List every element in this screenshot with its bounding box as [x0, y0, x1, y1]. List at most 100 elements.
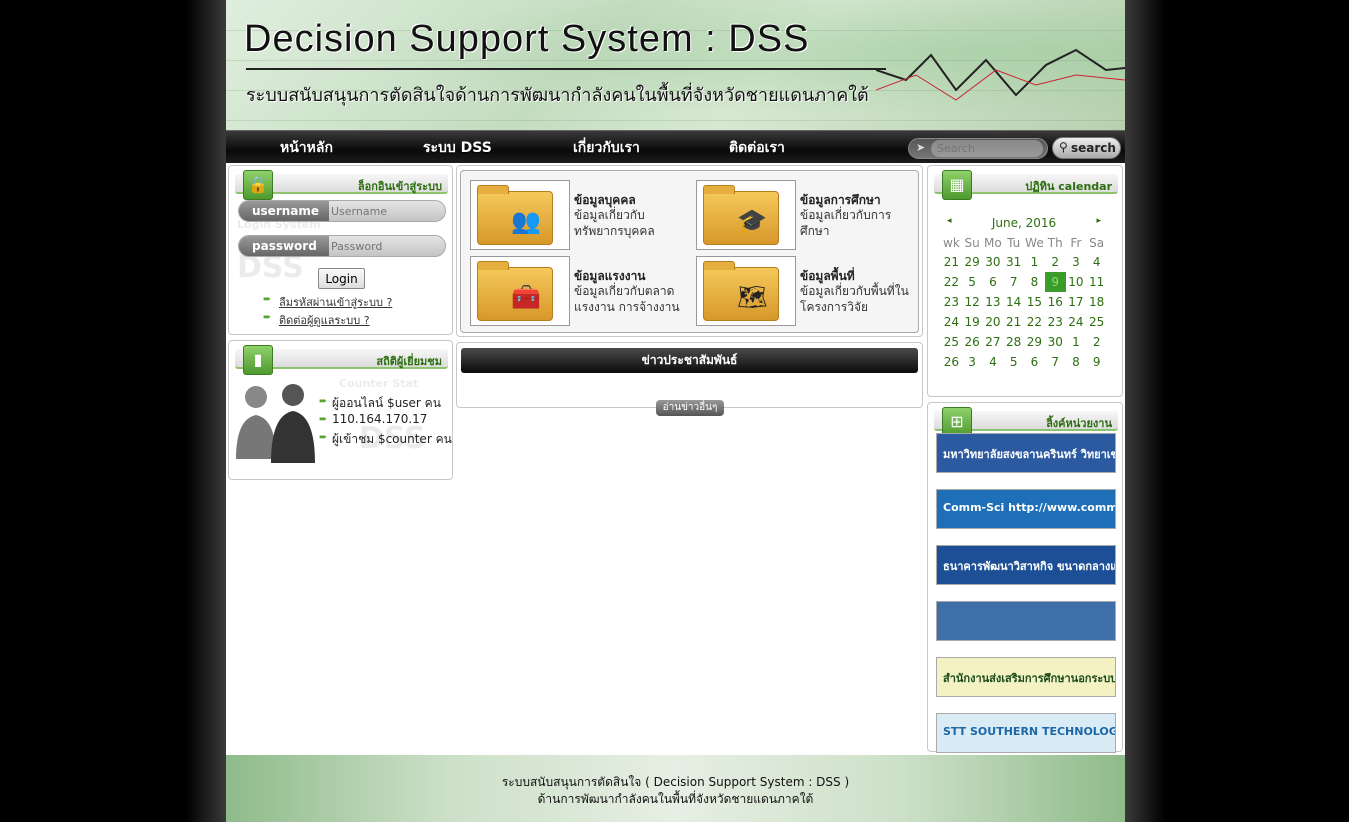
features-box: 👥 ข้อมูลบุคคล ข้อมูลเกี่ยวกับทรัพยากรบุค… [460, 170, 919, 333]
calendar-day[interactable]: 8 [1066, 352, 1087, 372]
forgot-password-link[interactable]: ลืมรหัสผ่านเข้าสู่ระบบ ? [279, 293, 392, 311]
search-button[interactable]: ⚲ search [1052, 137, 1121, 159]
nav-item-about[interactable]: เกี่ยวกับเรา [573, 137, 640, 159]
calendar-widget: ◂ June, 2016 ▸ wk Su Mo Tu We Th Fr Sa 21 29 30 31… [941, 216, 1107, 372]
next-month-button[interactable]: ▸ [1096, 216, 1101, 226]
password-row: password [238, 235, 446, 257]
title-underline [246, 68, 886, 70]
nfe-pattani-link[interactable]: สำนักงานส่งเสริมการศึกษานอกระบบและการศึก… [936, 657, 1116, 697]
calendar-day[interactable]: 2 [1086, 332, 1107, 352]
weekday-header: Su [964, 236, 980, 250]
calendar-day[interactable]: 25 [1086, 312, 1107, 332]
username-row: username [238, 200, 446, 222]
read-more-button[interactable]: อ่านข่าวอื่นๆ [656, 400, 724, 416]
calendar-day[interactable]: 16 [1045, 292, 1066, 312]
sme-bank-link[interactable]: ธนาคารพัฒนาวิสาหกิจ ขนาดกลางและขนาดย่อมแ… [936, 545, 1116, 585]
calendar-day[interactable]: 18 [1086, 292, 1107, 312]
calendar-day[interactable]: 5 [962, 272, 983, 292]
psu-pattani-link[interactable]: มหาวิทยาลัยสงขลานครินทร์ วิทยาเขตปัตตานี [936, 433, 1116, 473]
green-arrow-icon: ➨ [319, 396, 328, 407]
nav-item-contact[interactable]: ติดต่อเรา [729, 137, 785, 159]
feature-thumb-labor[interactable]: 🧰 [470, 256, 570, 326]
left-shadow [186, 0, 226, 822]
login-panel-header: 🔒 ล็อกอินเข้าสู่ระบบ [235, 170, 448, 200]
visitor-count-text: ผู้เข้าชม $counter คน [332, 432, 452, 446]
calendar-body: 21 29 30 31 1 2 3 4 22 5 6 7 8 9 10 11 23 12 13 14 15 16 17 18 2… [941, 252, 1107, 372]
nav-item-dss[interactable]: ระบบ DSS [423, 137, 492, 159]
calendar-day[interactable]: 13 [982, 292, 1003, 312]
calendar-day[interactable]: 30 [1045, 332, 1066, 352]
calendar-day[interactable]: 28 [1003, 332, 1024, 352]
feature-thumb-area[interactable]: 🗺 [696, 256, 796, 326]
calendar-day[interactable]: 24 [1066, 312, 1087, 332]
password-label: password [239, 236, 329, 256]
calendar-day[interactable]: 31 [1003, 252, 1024, 272]
people-icon: 👥 [511, 207, 541, 235]
stats-panel-header: ▮ สถิติผู้เยี่ยมชม [235, 345, 448, 375]
calendar-day[interactable]: 1 [1066, 332, 1087, 352]
week-number: 23 [943, 295, 960, 309]
calendar-day[interactable]: 17 [1066, 292, 1087, 312]
calendar-panel: ▦ ปฏิทิน calendar ◂ June, 2016 ▸ wk Su Mo T… [927, 165, 1123, 397]
calendar-day[interactable]: 14 [1003, 292, 1024, 312]
users-icon [236, 384, 315, 463]
calendar-day[interactable]: 20 [982, 312, 1003, 332]
login-heading: ล็อกอินเข้าสู่ระบบ [357, 180, 442, 193]
calendar-day[interactable]: 23 [1045, 312, 1066, 332]
calendar-week-row: 24 19 20 21 22 23 24 25 [941, 312, 1107, 332]
feature-desc-area: ข้อมูลเกี่ยวกับพื้นที่ในโครงการวิจัย [800, 284, 909, 314]
calendar-day[interactable]: 4 [982, 352, 1003, 372]
calendar-week-row: 25 26 27 28 29 30 1 2 [941, 332, 1107, 352]
calendar-day[interactable]: 26 [962, 332, 983, 352]
search-input[interactable] [931, 140, 1043, 157]
calendar-day[interactable]: 8 [1024, 272, 1045, 292]
calendar-day[interactable]: 29 [1024, 332, 1045, 352]
calendar-day[interactable]: 1 [1024, 252, 1045, 272]
calendar-day[interactable]: 7 [1003, 272, 1024, 292]
password-input[interactable] [331, 238, 441, 254]
magnifier-icon: ⚲ [1059, 140, 1068, 154]
calendar-icon: ▦ [942, 170, 972, 200]
calendar-day[interactable]: 7 [1045, 352, 1066, 372]
calendar-day[interactable]: 9 [1044, 272, 1066, 292]
calendar-day[interactable]: 6 [1024, 352, 1045, 372]
calendar-day[interactable]: 29 [962, 252, 983, 272]
calendar-day[interactable]: 4 [1086, 252, 1107, 272]
calendar-day[interactable]: 22 [1024, 312, 1045, 332]
login-button[interactable]: Login [318, 268, 365, 289]
calendar-day[interactable]: 3 [1066, 252, 1087, 272]
weekday-header: Sa [1089, 236, 1105, 250]
bar-chart-icon: ▮ [243, 345, 273, 375]
calendar-day[interactable]: 6 [982, 272, 1003, 292]
features-panel: 👥 ข้อมูลบุคคล ข้อมูลเกี่ยวกับทรัพยากรบุค… [456, 165, 923, 337]
calendar-day[interactable]: 27 [982, 332, 1003, 352]
username-input[interactable] [331, 203, 441, 219]
online-users-text: ผู้ออนไลน์ $user คน [332, 396, 441, 410]
calendar-day[interactable]: 21 [1003, 312, 1024, 332]
feature-thumb-personal[interactable]: 👥 [470, 180, 570, 250]
feature-thumb-education[interactable]: 🎓 [696, 180, 796, 250]
nav-item-home[interactable]: หน้าหลัก [280, 137, 333, 159]
calendar-day[interactable]: 15 [1024, 292, 1045, 312]
calendar-day[interactable]: 5 [1003, 352, 1024, 372]
calendar-panel-header: ▦ ปฏิทิน calendar [934, 170, 1118, 200]
calendar-day[interactable]: 12 [962, 292, 983, 312]
weekday-header: Th [1047, 236, 1063, 250]
green-arrow-icon: ➨ [319, 432, 328, 443]
calendar-day[interactable]: 19 [962, 312, 983, 332]
calendar-day[interactable]: 9 [1086, 352, 1107, 372]
contact-admin-link[interactable]: ติดต่อผู้ดูแลระบบ ? [279, 311, 370, 329]
prev-month-button[interactable]: ◂ [947, 216, 952, 226]
calendar-day[interactable]: 2 [1045, 252, 1066, 272]
banner-text: สำนักงานส่งเสริมการศึกษานอกระบบและการศึก… [943, 672, 1116, 685]
calendar-day[interactable]: 30 [982, 252, 1003, 272]
graduation-cap-icon: 🎓 [737, 207, 767, 235]
calendar-day[interactable]: 3 [962, 352, 983, 372]
southern-technology-link[interactable]: STT SOUTHERN TECHNOLOGY [936, 713, 1116, 753]
thai-flag-link[interactable] [936, 601, 1116, 641]
calendar-day[interactable]: 10 [1066, 272, 1087, 292]
calendar-day[interactable]: 11 [1086, 272, 1107, 292]
site-title: Decision Support System : DSS [244, 18, 810, 60]
comm-sci-link[interactable]: Comm-Sci http://www.comm-sci.pn.psu.ac.t… [936, 489, 1116, 529]
stats-heading: สถิติผู้เยี่ยมชม [376, 355, 442, 368]
